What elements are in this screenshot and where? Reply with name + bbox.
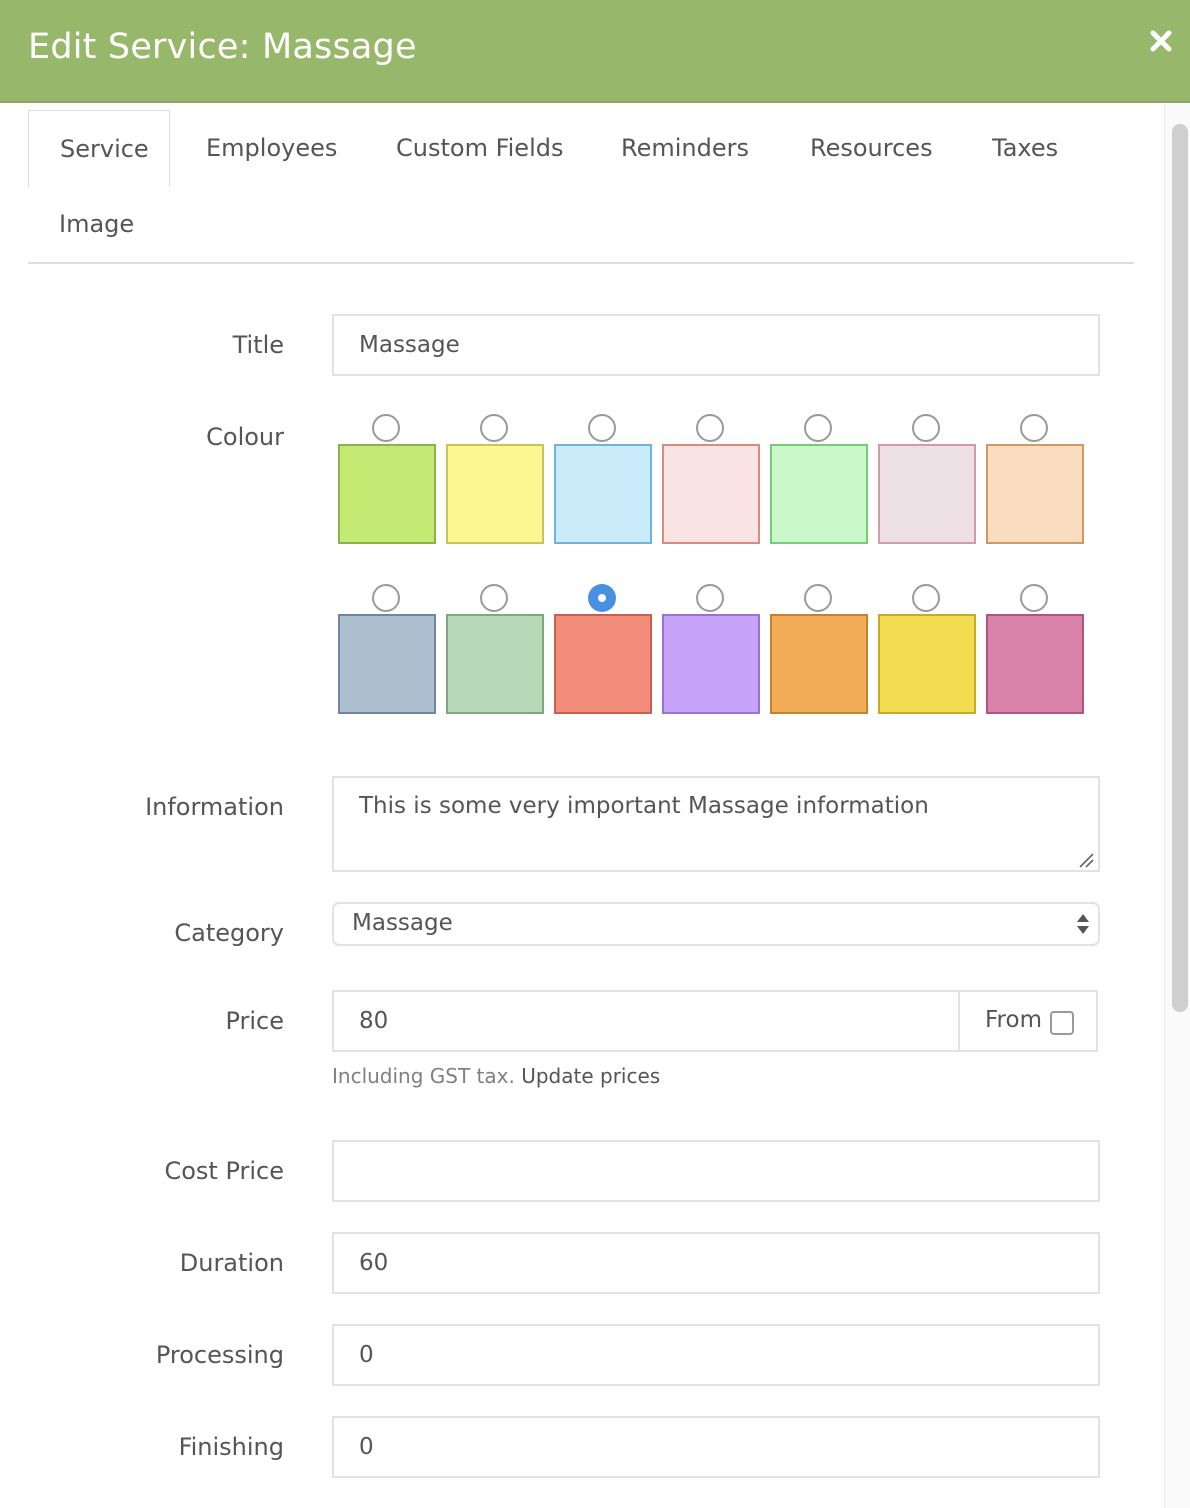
price-from-addon: From xyxy=(958,992,1096,1050)
colour-radio[interactable] xyxy=(696,584,724,612)
colour-radio[interactable] xyxy=(372,414,400,442)
resize-handle-icon[interactable] xyxy=(1078,852,1094,868)
colour-swatch[interactable] xyxy=(554,614,652,714)
colour-radio[interactable] xyxy=(372,584,400,612)
tab-custom-fields[interactable]: Custom Fields xyxy=(396,134,563,162)
colour-swatch[interactable] xyxy=(662,444,760,544)
processing-label: Processing xyxy=(155,1341,284,1369)
from-checkbox[interactable] xyxy=(1050,1011,1074,1035)
colour-radio[interactable] xyxy=(912,584,940,612)
title-input[interactable] xyxy=(332,314,1100,376)
title-label: Title xyxy=(232,331,284,359)
colour-radio[interactable] xyxy=(1020,584,1048,612)
colour-radio[interactable] xyxy=(588,414,616,442)
colour-swatch[interactable] xyxy=(554,444,652,544)
colour-swatch[interactable] xyxy=(878,444,976,544)
price-help-note: Including GST tax. xyxy=(332,1064,515,1088)
cost-price-label: Cost Price xyxy=(164,1157,284,1185)
category-select[interactable]: Massage xyxy=(332,902,1100,946)
colour-swatch[interactable] xyxy=(446,614,544,714)
modal-header: Edit Service: Massage xyxy=(0,0,1190,103)
tab-resources[interactable]: Resources xyxy=(810,134,933,162)
colour-radio[interactable] xyxy=(696,414,724,442)
modal-title: Edit Service: Massage xyxy=(28,27,417,67)
information-textarea[interactable]: This is some very important Massage info… xyxy=(332,776,1100,872)
update-prices-link[interactable]: Update prices xyxy=(521,1064,660,1088)
colour-radio[interactable] xyxy=(588,584,616,612)
colour-swatch[interactable] xyxy=(986,614,1084,714)
colour-radio[interactable] xyxy=(480,584,508,612)
tab-image[interactable]: Image xyxy=(59,210,134,238)
information-label: Information xyxy=(145,793,284,821)
close-icon[interactable] xyxy=(1149,29,1173,53)
colour-radio[interactable] xyxy=(804,584,832,612)
price-input[interactable] xyxy=(334,992,958,1050)
duration-input[interactable] xyxy=(332,1232,1100,1294)
price-help-text: Including GST tax. Update prices xyxy=(332,1064,660,1088)
colour-radio[interactable] xyxy=(804,414,832,442)
tab-bar: Service Employees Custom Fields Reminder… xyxy=(28,110,1134,264)
tab-taxes[interactable]: Taxes xyxy=(992,134,1058,162)
colour-swatch[interactable] xyxy=(338,614,436,714)
colour-swatch[interactable] xyxy=(878,614,976,714)
colour-swatch[interactable] xyxy=(770,444,868,544)
select-arrows-icon xyxy=(1077,914,1089,934)
duration-label: Duration xyxy=(179,1249,284,1277)
colour-radio[interactable] xyxy=(480,414,508,442)
tab-reminders[interactable]: Reminders xyxy=(621,134,749,162)
colour-swatch[interactable] xyxy=(662,614,760,714)
processing-input[interactable] xyxy=(332,1324,1100,1386)
colour-swatch[interactable] xyxy=(770,614,868,714)
colour-swatch[interactable] xyxy=(446,444,544,544)
category-label: Category xyxy=(174,919,284,947)
colour-swatch[interactable] xyxy=(338,444,436,544)
finishing-input[interactable] xyxy=(332,1416,1100,1478)
cost-price-input[interactable] xyxy=(332,1140,1100,1202)
scrollbar-thumb[interactable] xyxy=(1172,124,1188,1012)
price-label: Price xyxy=(225,1007,284,1035)
colour-radio[interactable] xyxy=(912,414,940,442)
tab-employees[interactable]: Employees xyxy=(206,134,337,162)
colour-swatch[interactable] xyxy=(986,444,1084,544)
price-input-group: From xyxy=(332,990,1098,1052)
finishing-label: Finishing xyxy=(178,1433,284,1461)
from-label: From xyxy=(985,1007,1042,1033)
colour-radio[interactable] xyxy=(1020,414,1048,442)
colour-label: Colour xyxy=(206,423,284,451)
tab-service[interactable]: Service xyxy=(28,110,170,187)
